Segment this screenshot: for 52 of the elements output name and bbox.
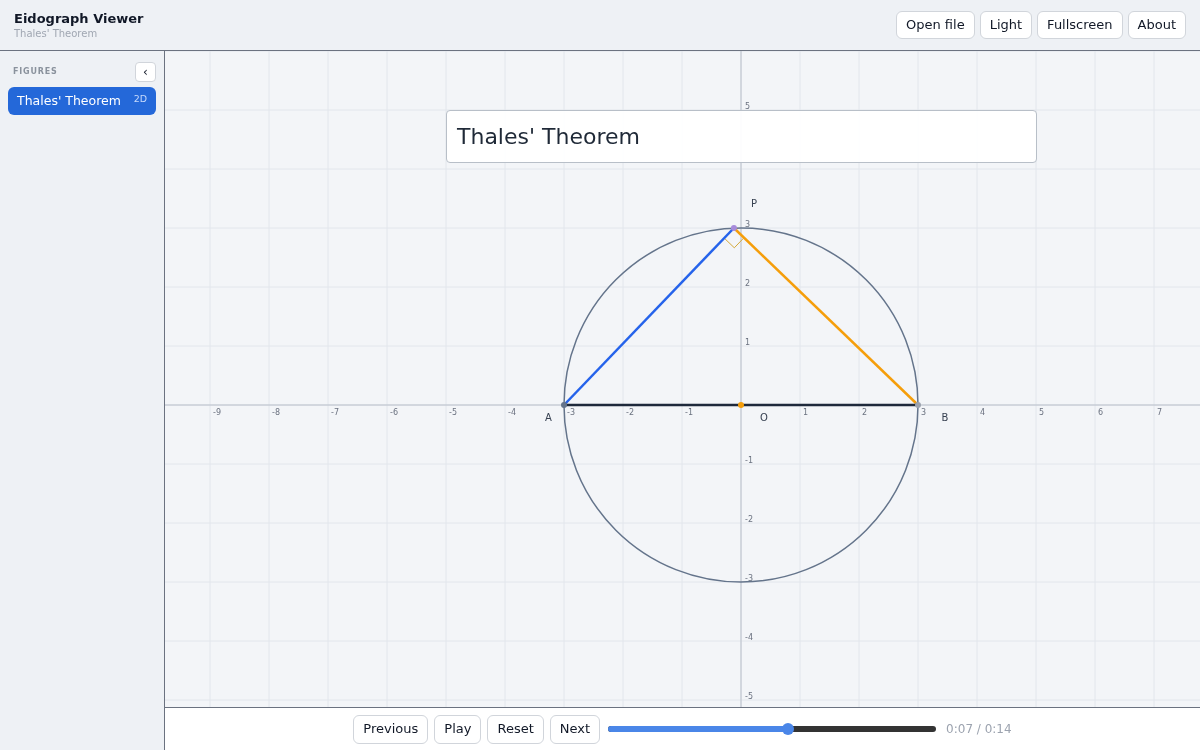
- header-button[interactable]: Open file: [896, 11, 975, 39]
- player-button[interactable]: Next: [549, 714, 601, 744]
- tick-label: 2: [862, 408, 868, 417]
- tick-label: -7: [331, 408, 339, 417]
- point-label: B: [941, 411, 949, 423]
- figure-item[interactable]: Thales' Theorem 2D: [8, 87, 156, 115]
- sidebar-heading: FIGURES: [13, 66, 58, 78]
- tick-label: 5: [1039, 408, 1045, 417]
- point[interactable]: [915, 402, 921, 408]
- progress-slider[interactable]: [608, 726, 937, 732]
- tick-label: -2: [626, 408, 634, 417]
- tick-label: -1: [745, 456, 753, 465]
- tick-label: -3: [745, 574, 753, 583]
- tick-label: 5: [745, 102, 751, 111]
- figure-name: Thales' Theorem: [17, 92, 121, 110]
- header-button[interactable]: About: [1127, 11, 1186, 39]
- figure-title: Thales' Theorem: [446, 110, 1037, 163]
- tick-label: 4: [980, 408, 986, 417]
- time-readout: 0:07 / 0:14: [946, 721, 1012, 738]
- header-button[interactable]: Fullscreen: [1037, 11, 1123, 39]
- tick-label: -2: [745, 515, 753, 524]
- player-button[interactable]: Previous: [353, 714, 429, 744]
- collapse-button[interactable]: ‹: [135, 62, 156, 82]
- slider-thumb[interactable]: [782, 723, 795, 735]
- app-subtitle: Thales' Theorem: [14, 27, 99, 40]
- player-button[interactable]: Play: [434, 714, 482, 744]
- point[interactable]: [730, 225, 737, 231]
- player-button[interactable]: Reset: [487, 714, 544, 744]
- tick-label: 1: [803, 408, 809, 417]
- tick-label: -4: [508, 408, 516, 417]
- tick-label: 6: [1098, 408, 1104, 417]
- tick-label: 3: [921, 408, 927, 417]
- right-angle-marker: [723, 237, 745, 249]
- app-title: Eidograph Viewer: [14, 10, 144, 27]
- tick-label: -9: [213, 408, 221, 417]
- point-label: O: [759, 411, 768, 423]
- tick-label: 2: [745, 279, 751, 288]
- tick-label: -5: [745, 692, 753, 701]
- tick-label: -4: [745, 633, 753, 642]
- point-label: P: [751, 198, 758, 210]
- tick-label: -6: [390, 408, 398, 417]
- tick-label: -3: [567, 408, 575, 417]
- tick-label: -1: [685, 408, 693, 417]
- tick-label: -8: [272, 408, 280, 417]
- tick-label: 7: [1157, 408, 1163, 417]
- point-label: A: [545, 411, 552, 423]
- point[interactable]: [561, 402, 567, 408]
- tick-label: -5: [449, 408, 457, 417]
- tick-label: 1: [745, 338, 751, 347]
- tick-label: 3: [745, 220, 751, 229]
- header-button[interactable]: Light: [979, 11, 1033, 39]
- dimension-tag: 2D: [133, 92, 147, 107]
